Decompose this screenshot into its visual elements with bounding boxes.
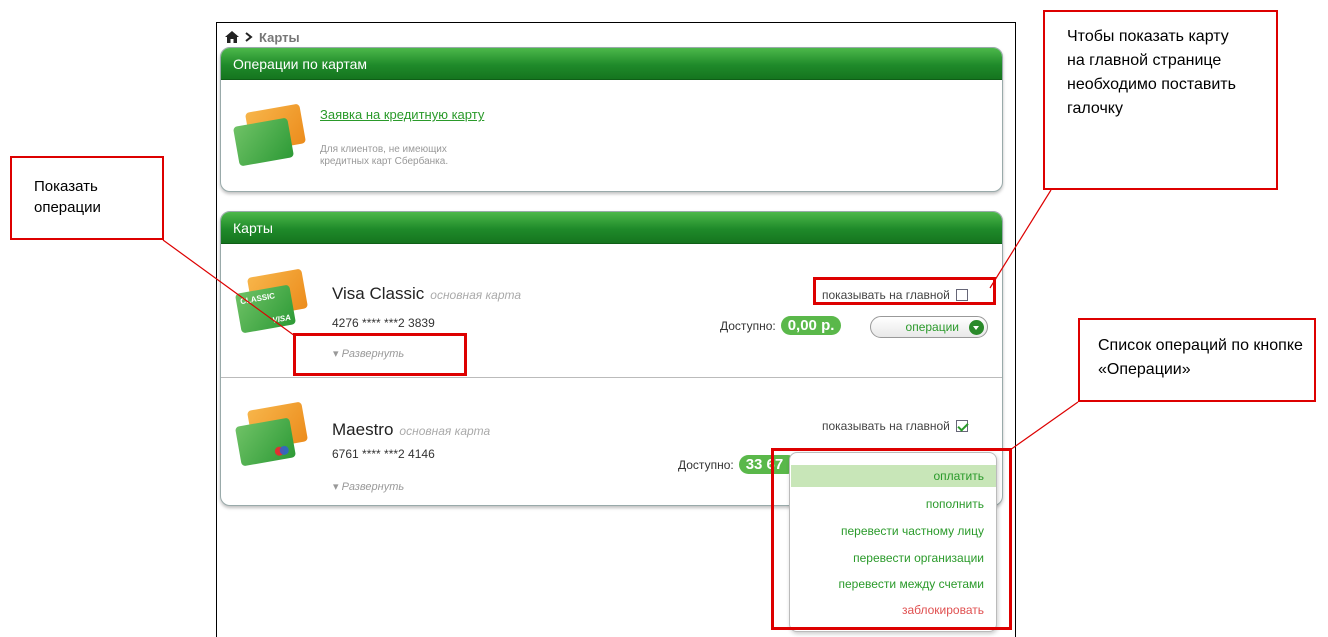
callout-operations-list: Список операций по кнопке «Операции» (1078, 318, 1316, 402)
callout-show-operations: Показать операции (10, 156, 164, 240)
callout-show-on-main-text: Чтобы показать карту на главной странице… (1067, 28, 1236, 117)
callout-operations-list-text: Список операций по кнопке «Операции» (1098, 337, 1303, 378)
callout-show-on-main: Чтобы показать карту на главной странице… (1043, 10, 1278, 190)
callout-show-operations-text: Показать операции (34, 178, 101, 216)
